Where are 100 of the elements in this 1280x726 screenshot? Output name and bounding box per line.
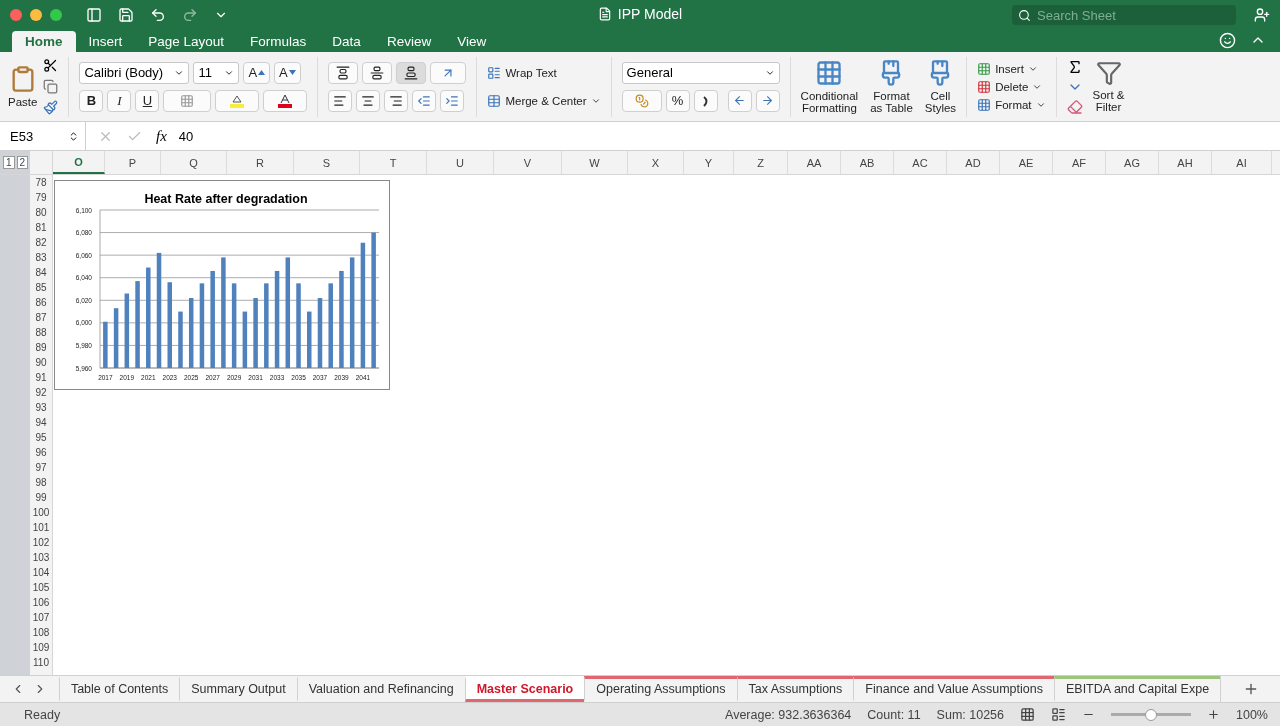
page-layout-icon[interactable] bbox=[1051, 707, 1066, 722]
row-header[interactable]: 106 bbox=[30, 595, 52, 610]
style-button[interactable]: Cell Styles bbox=[924, 59, 957, 114]
row-header[interactable]: 93 bbox=[30, 400, 52, 415]
outline-level-button[interactable]: 2 bbox=[16, 156, 29, 169]
ribbon-tab[interactable]: Data bbox=[319, 31, 374, 52]
formula-field[interactable]: 40 bbox=[178, 128, 194, 144]
column-header[interactable]: P bbox=[105, 151, 161, 174]
column-header[interactable]: R bbox=[227, 151, 294, 174]
row-header[interactable]: 80 bbox=[30, 205, 52, 220]
underline-button[interactable]: U bbox=[135, 89, 160, 112]
ribbon-tab[interactable]: Review bbox=[373, 31, 445, 52]
top-align-icon[interactable] bbox=[336, 65, 351, 80]
column-header[interactable]: T bbox=[360, 151, 427, 174]
redo-icon[interactable] bbox=[182, 7, 198, 23]
font-size-field[interactable]: 11 bbox=[193, 61, 240, 84]
style-button[interactable]: Conditional Formatting bbox=[800, 59, 859, 114]
bottom-align-icon[interactable] bbox=[404, 65, 419, 80]
number-format-field[interactable]: General bbox=[621, 61, 780, 84]
zoom-in-icon[interactable] bbox=[1207, 708, 1220, 721]
row-header[interactable]: 107 bbox=[30, 610, 52, 625]
row-header[interactable]: 109 bbox=[30, 640, 52, 655]
coins-icon[interactable] bbox=[634, 93, 649, 108]
up-triangle-icon[interactable] bbox=[258, 70, 266, 75]
copy-icon[interactable] bbox=[43, 79, 59, 94]
grid-icon[interactable] bbox=[815, 59, 844, 87]
row-header[interactable]: 86 bbox=[30, 295, 52, 310]
wrap-icon[interactable] bbox=[487, 65, 502, 80]
scissors-icon[interactable] bbox=[43, 58, 59, 73]
align-right-icon[interactable] bbox=[389, 93, 404, 108]
column-header[interactable]: AE bbox=[1000, 151, 1053, 174]
column-header[interactable]: AB bbox=[841, 151, 894, 174]
column-header[interactable]: AA bbox=[788, 151, 841, 174]
minimize-button[interactable] bbox=[30, 9, 42, 21]
row-header[interactable]: 91 bbox=[30, 370, 52, 385]
column-header[interactable]: AI bbox=[1212, 151, 1272, 174]
row-header[interactable]: 110 bbox=[30, 655, 52, 670]
normal-view-icon[interactable] bbox=[1020, 707, 1035, 722]
style-button[interactable]: Format as Table bbox=[870, 59, 913, 114]
row-header[interactable]: 92 bbox=[30, 385, 52, 400]
row-header[interactable]: 84 bbox=[30, 265, 52, 280]
slider-thumb[interactable] bbox=[1145, 708, 1157, 721]
column-header[interactable]: U bbox=[427, 151, 494, 174]
brush-icon[interactable] bbox=[43, 100, 59, 115]
zoom-button[interactable] bbox=[50, 9, 62, 21]
column-header[interactable]: S bbox=[294, 151, 360, 174]
row-header[interactable]: 79 bbox=[30, 190, 52, 205]
align-center-icon[interactable] bbox=[361, 93, 376, 108]
row-header[interactable]: 78 bbox=[30, 175, 52, 190]
fill-color-icon[interactable] bbox=[229, 93, 246, 108]
row-header[interactable]: 96 bbox=[30, 445, 52, 460]
row-header[interactable]: 104 bbox=[30, 565, 52, 580]
row-header[interactable]: 81 bbox=[30, 220, 52, 235]
sheet-tab[interactable]: Master Scenario bbox=[464, 676, 585, 702]
add-person-icon[interactable] bbox=[1254, 7, 1270, 23]
funnel-icon[interactable] bbox=[1095, 60, 1122, 86]
row-header[interactable]: 94 bbox=[30, 415, 52, 430]
row-header[interactable]: 103 bbox=[30, 550, 52, 565]
decrease-indent-icon[interactable] bbox=[417, 93, 432, 108]
merge-center-button[interactable]: Merge & Center bbox=[487, 93, 601, 108]
row-header[interactable]: 87 bbox=[30, 310, 52, 325]
ribbon-tab[interactable]: Home bbox=[12, 31, 76, 52]
cells-button[interactable]: Delete bbox=[977, 79, 1046, 94]
column-header[interactable]: Q bbox=[161, 151, 227, 174]
row-header[interactable]: 83 bbox=[30, 250, 52, 265]
sidebar-icon[interactable] bbox=[86, 7, 102, 23]
eraser-icon[interactable] bbox=[1066, 98, 1083, 115]
down-triangle-icon[interactable] bbox=[288, 70, 296, 75]
column-header[interactable]: AG bbox=[1106, 151, 1159, 174]
ribbon-tab[interactable]: View bbox=[444, 31, 500, 52]
increase-indent-icon[interactable] bbox=[445, 93, 460, 108]
search-icon[interactable] bbox=[1018, 8, 1031, 22]
column-header[interactable]: AH bbox=[1159, 151, 1212, 174]
merge-icon[interactable] bbox=[487, 93, 502, 108]
function-button[interactable]: fx bbox=[156, 127, 167, 145]
cells-button[interactable]: Format bbox=[977, 97, 1046, 112]
name-box[interactable]: E53 bbox=[0, 122, 86, 150]
grid-icon[interactable] bbox=[977, 61, 992, 76]
paste-button[interactable]: Paste bbox=[8, 65, 38, 108]
column-header[interactable]: V bbox=[494, 151, 562, 174]
row-header[interactable]: 88 bbox=[30, 325, 52, 340]
font-name-field[interactable]: Calibri (Body) bbox=[79, 61, 190, 84]
row-header[interactable]: 105 bbox=[30, 580, 52, 595]
column-header[interactable]: Z bbox=[734, 151, 788, 174]
middle-align-icon[interactable] bbox=[370, 65, 385, 80]
row-header[interactable]: 97 bbox=[30, 460, 52, 475]
undo-icon[interactable] bbox=[150, 7, 166, 23]
italic-button[interactable]: I bbox=[107, 89, 132, 112]
row-header[interactable]: 85 bbox=[30, 280, 52, 295]
row-header[interactable]: 101 bbox=[30, 520, 52, 535]
row-header[interactable]: 100 bbox=[30, 505, 52, 520]
outline-level-button[interactable]: 1 bbox=[3, 156, 15, 169]
wrap-text-button[interactable]: Wrap Text bbox=[487, 65, 601, 80]
save-icon[interactable] bbox=[118, 7, 134, 23]
row-header[interactable]: 98 bbox=[30, 475, 52, 490]
row-header[interactable]: 108 bbox=[30, 625, 52, 640]
row-header[interactable]: 90 bbox=[30, 355, 52, 370]
ribbon-tab[interactable]: Formulas bbox=[237, 31, 320, 52]
decrease-decimal-icon[interactable] bbox=[761, 94, 775, 107]
row-header[interactable]: 102 bbox=[30, 535, 52, 550]
